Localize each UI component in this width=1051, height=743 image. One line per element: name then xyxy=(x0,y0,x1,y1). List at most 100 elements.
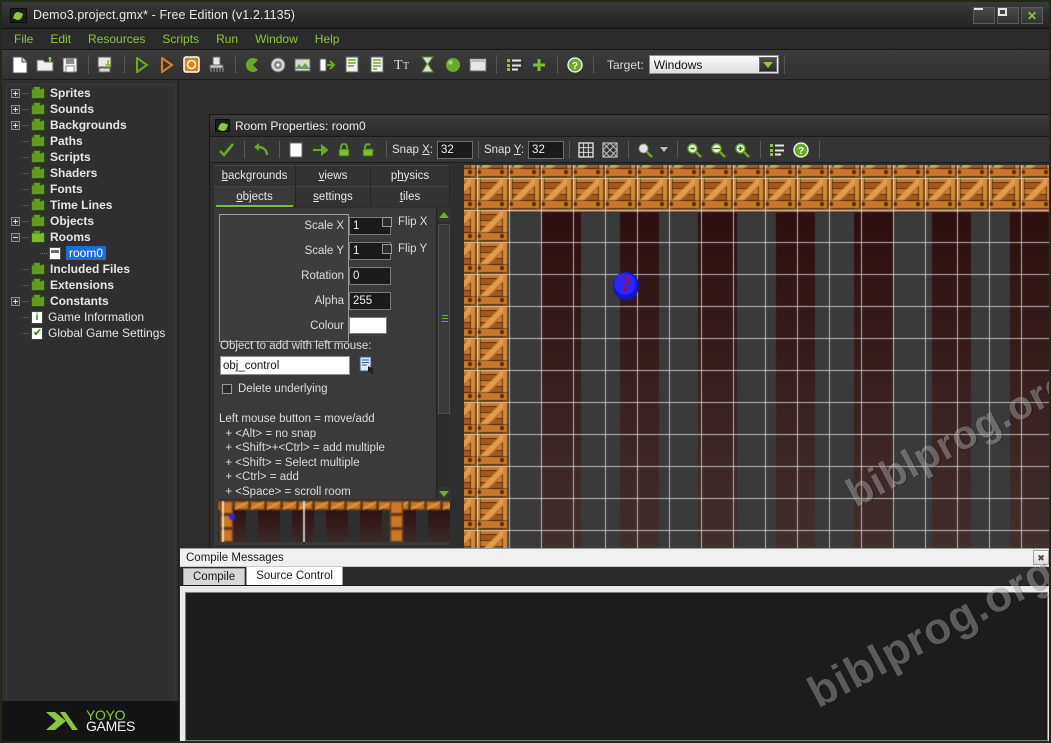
flip-x-checkbox[interactable] xyxy=(382,217,392,227)
open-project-icon[interactable] xyxy=(33,53,56,76)
tree-item-extensions[interactable]: Extensions xyxy=(7,277,174,293)
create-script-icon[interactable] xyxy=(341,53,364,76)
collapse-icon[interactable] xyxy=(11,233,20,242)
delete-underlying-checkbox[interactable] xyxy=(222,384,232,394)
tab-settings[interactable]: settings xyxy=(296,186,371,207)
debug-game-icon[interactable] xyxy=(155,53,178,76)
tree-item-time-lines[interactable]: Time Lines xyxy=(7,197,174,213)
flip-y-checkbox[interactable] xyxy=(382,244,392,254)
room-canvas-viewport[interactable] xyxy=(464,165,1051,548)
snap-y-input[interactable] xyxy=(528,141,564,159)
create-path-icon[interactable] xyxy=(316,53,339,76)
tab-views[interactable]: views xyxy=(296,165,371,186)
menu-resources[interactable]: Resources xyxy=(86,31,147,47)
tab-physics[interactable]: physics xyxy=(371,165,450,186)
tree-item-game-information[interactable]: iGame Information xyxy=(7,309,174,325)
chevron-down-icon[interactable] xyxy=(759,57,777,72)
save-project-icon[interactable] xyxy=(58,53,81,76)
help-icon[interactable]: ? xyxy=(790,139,812,160)
tree-item-sounds[interactable]: Sounds xyxy=(7,101,174,117)
create-background-icon[interactable] xyxy=(291,53,314,76)
help-icon[interactable]: ? xyxy=(563,53,586,76)
menu-help[interactable]: Help xyxy=(313,31,342,47)
menu-window[interactable]: Window xyxy=(253,31,300,47)
tree-item-sprites[interactable]: Sprites xyxy=(7,85,174,101)
create-room-icon[interactable] xyxy=(466,53,489,76)
object-name-input[interactable] xyxy=(220,356,350,375)
clean-build-icon[interactable] xyxy=(205,53,228,76)
expand-icon[interactable] xyxy=(11,217,20,226)
close-button[interactable]: ✕ xyxy=(1021,7,1043,24)
target-platform-select[interactable]: Windows xyxy=(649,55,779,74)
isometric-grid-icon[interactable] xyxy=(599,139,621,160)
create-timeline-icon[interactable] xyxy=(416,53,439,76)
zoom-reset-icon[interactable] xyxy=(707,139,729,160)
expand-icon[interactable] xyxy=(11,89,20,98)
tree-item-scripts[interactable]: Scripts xyxy=(7,149,174,165)
chevron-down-icon[interactable] xyxy=(658,139,670,160)
undo-icon[interactable] xyxy=(250,139,272,160)
compile-output-area[interactable] xyxy=(185,592,1048,741)
menu-run[interactable]: Run xyxy=(214,31,240,47)
tree-item-backgrounds[interactable]: Backgrounds xyxy=(7,117,174,133)
global-game-settings-icon[interactable] xyxy=(527,53,550,76)
resource-tree[interactable]: SpritesSoundsBackgroundsPathsScriptsShad… xyxy=(6,84,175,704)
properties-scrollbar[interactable] xyxy=(436,208,450,501)
object-picker-icon[interactable] xyxy=(359,356,377,374)
expand-icon[interactable] xyxy=(11,105,20,114)
zoom-dropdown-icon[interactable] xyxy=(634,139,656,160)
create-object-icon[interactable] xyxy=(441,53,464,76)
maximize-button[interactable] xyxy=(997,7,1019,24)
run-game-icon[interactable] xyxy=(130,53,153,76)
tab-backgrounds[interactable]: backgrounds xyxy=(214,165,296,186)
create-executable-icon[interactable] xyxy=(94,53,117,76)
room-window-title-bar[interactable]: Room Properties: room0 xyxy=(210,115,1051,137)
stop-game-icon[interactable] xyxy=(180,53,203,76)
create-sound-icon[interactable] xyxy=(266,53,289,76)
lock-instances-icon[interactable] xyxy=(333,139,355,160)
tree-item-included-files[interactable]: Included Files xyxy=(7,261,174,277)
alpha-input[interactable] xyxy=(349,292,391,310)
room-tab-row-1: backgrounds views physics xyxy=(214,165,450,186)
instance-list-icon[interactable] xyxy=(766,139,788,160)
clear-room-icon[interactable] xyxy=(285,139,307,160)
tab-objects[interactable]: objects xyxy=(214,186,296,207)
tree-item-global-game-settings[interactable]: Global Game Settings xyxy=(7,325,174,341)
delete-underlying-label: Delete underlying xyxy=(238,383,328,395)
scrollbar-thumb[interactable] xyxy=(438,224,450,414)
game-information-icon[interactable] xyxy=(502,53,525,76)
tab-source-control[interactable]: Source Control xyxy=(246,566,343,585)
show-grid-icon[interactable] xyxy=(575,139,597,160)
expand-icon[interactable] xyxy=(11,121,20,130)
shift-instances-icon[interactable] xyxy=(309,139,331,160)
menu-file[interactable]: File xyxy=(12,31,35,47)
create-shader-icon[interactable] xyxy=(366,53,389,76)
minimize-button[interactable] xyxy=(973,7,995,24)
zoom-out-icon[interactable] xyxy=(683,139,705,160)
tree-item-objects[interactable]: Objects xyxy=(7,213,174,229)
zoom-in-icon[interactable] xyxy=(731,139,753,160)
rotation-input[interactable] xyxy=(349,267,391,285)
unlock-instances-icon[interactable] xyxy=(357,139,379,160)
tree-item-paths[interactable]: Paths xyxy=(7,133,174,149)
create-font-icon[interactable]: TT xyxy=(391,53,414,76)
tree-item-rooms[interactable]: Rooms xyxy=(7,229,174,245)
close-icon[interactable] xyxy=(1033,550,1049,565)
confirm-ok-icon[interactable] xyxy=(215,139,237,160)
create-sprite-icon[interactable] xyxy=(241,53,264,76)
menu-scripts[interactable]: Scripts xyxy=(160,31,201,47)
tree-item-label: Global Game Settings xyxy=(48,326,165,340)
menu-edit[interactable]: Edit xyxy=(48,31,73,47)
colour-swatch[interactable] xyxy=(349,317,387,334)
room-canvas[interactable] xyxy=(464,165,1051,548)
expand-icon[interactable] xyxy=(11,297,20,306)
tree-item-fonts[interactable]: Fonts xyxy=(7,181,174,197)
tree-item-room0[interactable]: room0 xyxy=(7,245,174,261)
scroll-up-button[interactable] xyxy=(437,208,451,222)
snap-x-input[interactable] xyxy=(437,141,473,159)
tree-item-shaders[interactable]: Shaders xyxy=(7,165,174,181)
tab-tiles[interactable]: tiles xyxy=(371,186,450,207)
tree-item-constants[interactable]: Constants xyxy=(7,293,174,309)
new-project-icon[interactable] xyxy=(8,53,31,76)
tab-compile[interactable]: Compile xyxy=(183,568,245,585)
